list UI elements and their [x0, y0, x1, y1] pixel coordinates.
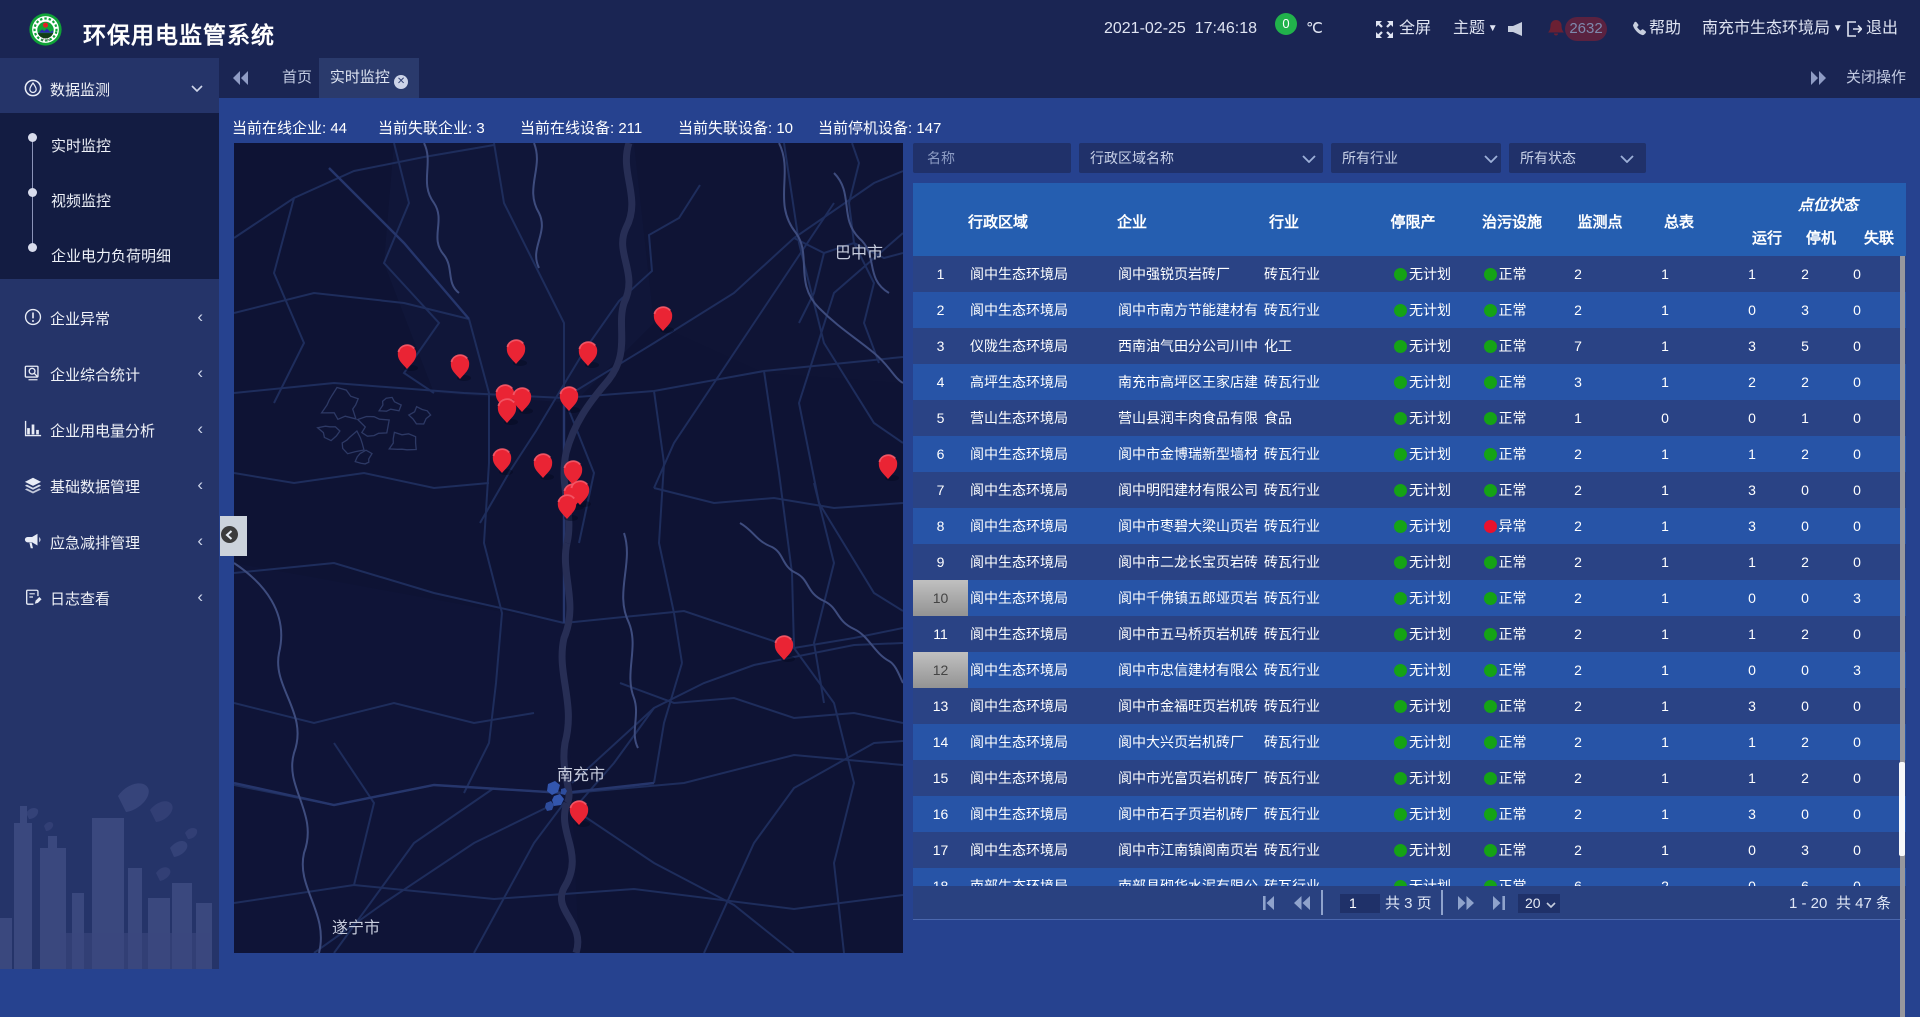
svg-text:遂宁市: 遂宁市	[332, 919, 380, 937]
svg-text:巴中市: 巴中市	[835, 244, 883, 262]
svg-text:南充市: 南充市	[557, 766, 605, 784]
